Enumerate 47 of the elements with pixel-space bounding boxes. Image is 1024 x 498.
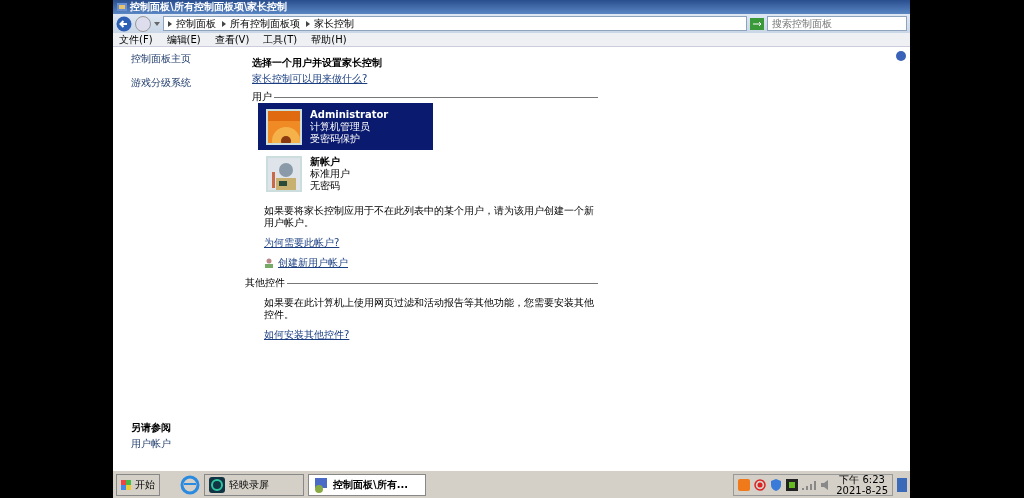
info-text: 如果要在此计算机上使用网页过滤和活动报告等其他功能，您需要安装其他控件。	[264, 297, 595, 321]
menu-item[interactable]: 查看(V)	[214, 33, 250, 46]
user-detail: 计算机管理员	[310, 120, 371, 133]
user-name: 新帐户	[310, 155, 340, 168]
menu-item[interactable]: 编辑(E)	[166, 33, 201, 46]
record-icon[interactable]	[754, 478, 767, 491]
user-detail: 受密码保护	[310, 132, 361, 145]
user-name: Administrator	[310, 108, 389, 121]
menu-item[interactable]: 文件(F)	[119, 33, 153, 46]
user-add-icon	[264, 258, 274, 268]
window-title: 控制面板\所有控制面板项\家长控制	[130, 1, 288, 13]
help-link[interactable]: 家长控制可以用来做什么?	[252, 73, 368, 84]
show-desktop-button[interactable]	[897, 477, 907, 492]
taskbar-button[interactable]: 控制面板\所有...	[308, 473, 426, 496]
sidebar-link[interactable]: 游戏分级系统	[131, 77, 245, 89]
refresh-button[interactable]	[750, 17, 764, 30]
back-button[interactable]	[116, 15, 132, 32]
user-tile[interactable]: 新帐户 标准用户 无密码	[258, 150, 433, 197]
breadcrumb[interactable]: 所有控制面板项	[230, 17, 300, 30]
create-account-link[interactable]: 创建新用户帐户	[278, 257, 348, 269]
search-field[interactable]: 搜索控制面板	[767, 16, 907, 31]
taskbar-button[interactable]: 轻映录屏	[204, 473, 304, 496]
breadcrumb[interactable]: 控制面板	[176, 17, 216, 30]
section-label: 用户	[252, 91, 272, 103]
windows-logo	[121, 479, 131, 490]
breadcrumb[interactable]: 家长控制	[314, 17, 354, 30]
menu-item[interactable]: 工具(T)	[263, 33, 298, 46]
app-icon	[209, 476, 225, 493]
address-bar[interactable]: 控制面板 所有控制面板项 家长控制	[163, 16, 747, 31]
see-also-heading: 另请参阅	[131, 422, 172, 434]
dropdown-icon[interactable]	[154, 20, 160, 27]
why-link[interactable]: 为何需要此帐户?	[264, 237, 340, 248]
chevron-icon	[306, 20, 310, 27]
user-detail: 标准用户	[310, 167, 350, 180]
start-button[interactable]: 开始	[116, 473, 160, 496]
user-tile[interactable]: Administrator 计算机管理员 受密码保护	[258, 103, 433, 150]
user-detail: 无密码	[310, 179, 341, 192]
menu-item[interactable]: 帮助(H)	[311, 33, 347, 46]
chevron-icon	[168, 20, 172, 27]
sidebar-link[interactable]: 用户帐户	[131, 438, 245, 450]
section-label: 其他控件	[245, 277, 285, 289]
page-heading: 选择一个用户并设置家长控制	[252, 57, 383, 69]
install-link[interactable]: 如何安装其他控件?	[264, 329, 350, 340]
sidebar-link[interactable]: 控制面板主页	[131, 53, 245, 65]
chevron-icon	[222, 20, 226, 27]
chip-icon[interactable]	[786, 478, 799, 491]
info-text: 如果要将家长控制应用于不在此列表中的某个用户，请为该用户创建一个新用户帐户。	[264, 205, 595, 229]
